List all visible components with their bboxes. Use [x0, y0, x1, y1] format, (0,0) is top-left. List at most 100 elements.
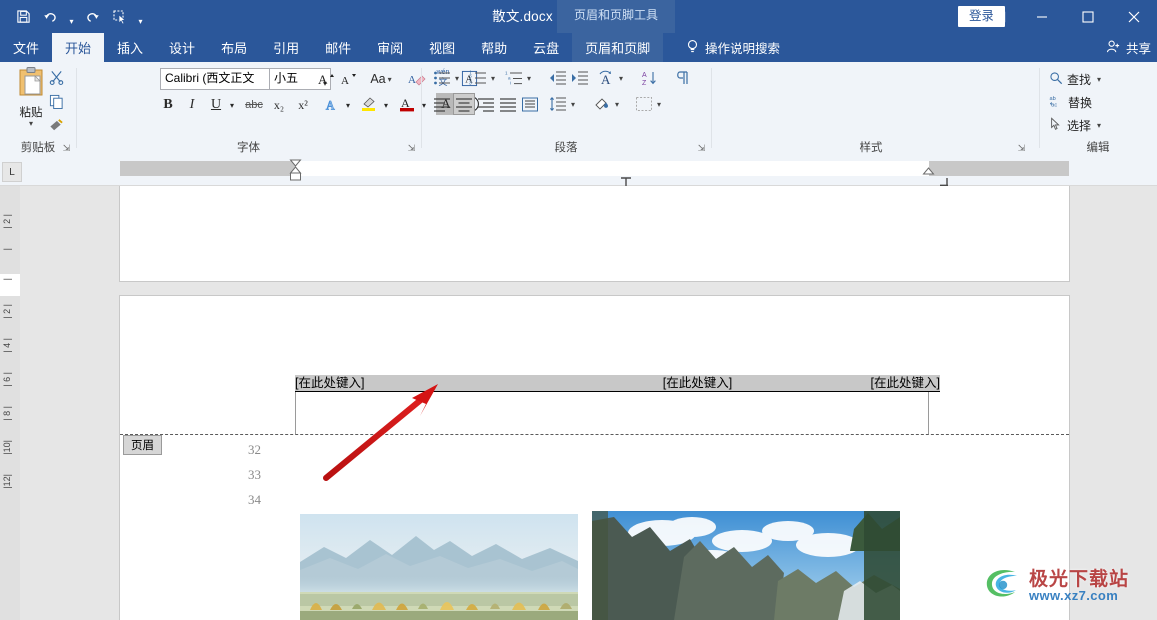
distribute-icon[interactable] — [519, 93, 541, 115]
tab-mailings[interactable]: 邮件 — [312, 33, 364, 62]
multilevel-caret-icon[interactable]: ▾ — [523, 67, 535, 89]
vertical-ruler[interactable]: | 2 | | | | 2 | | 4 | | 6 | | 8 | |10| |… — [0, 186, 20, 620]
shrink-font-icon[interactable]: A — [338, 68, 358, 90]
paragraph-dialog-launcher[interactable]: ⇲ — [696, 143, 707, 154]
page-1[interactable] — [120, 186, 1069, 281]
text-effects-icon[interactable]: A — [322, 94, 342, 116]
tab-cloud[interactable]: 云盘 — [520, 33, 572, 62]
underline-button[interactable]: U — [206, 94, 226, 116]
italic-button[interactable]: I — [182, 94, 202, 116]
change-case-caret-icon[interactable]: ▾ — [388, 75, 392, 84]
clipboard-dialog-launcher[interactable]: ⇲ — [61, 143, 72, 154]
svg-text:ac: ac — [1051, 103, 1057, 108]
red-arrow-annotation — [320, 376, 460, 486]
font-color-icon[interactable]: A — [396, 92, 418, 114]
tab-design[interactable]: 设计 — [156, 33, 208, 62]
superscript-button[interactable]: x² — [292, 94, 314, 116]
save-icon[interactable] — [10, 5, 36, 29]
copy-icon[interactable] — [44, 90, 68, 112]
strikethrough-button[interactable]: abc — [242, 94, 266, 116]
decrease-indent-icon[interactable] — [547, 67, 569, 89]
tell-me-search[interactable]: 操作说明搜索 — [676, 33, 780, 62]
document-canvas[interactable]: [在此处键入] [在此处键入] [在此处键入] 页眉 32 33 34 极光下载… — [20, 186, 1157, 620]
ribbon-group-editing: 查找 ▾ ab ac 替换 选择 ▾ 编辑 — [1039, 62, 1157, 157]
header-placeholder-right[interactable]: [在此处键入] — [835, 375, 940, 392]
asian-layout-caret-icon[interactable]: ▾ — [615, 67, 627, 89]
font-dialog-launcher[interactable]: ⇲ — [406, 143, 417, 154]
tab-header-and-footer[interactable]: 页眉和页脚 — [572, 33, 664, 62]
select-caret-icon[interactable]: ▾ — [1097, 121, 1101, 130]
maximize-icon[interactable] — [1065, 0, 1111, 33]
select-label: 选择 — [1067, 119, 1092, 133]
close-icon[interactable] — [1111, 0, 1157, 33]
undo-dropdown-caret-icon[interactable]: ▾ — [66, 2, 77, 31]
sort-icon[interactable]: AZ — [639, 67, 661, 89]
grow-font-icon[interactable]: A — [316, 68, 336, 90]
multilevel-list-icon[interactable]: 1ai — [503, 67, 525, 89]
word-window: 散文.docx [兼容模式] - Word 页眉和页脚工具 ▾ ▾ 登录 — [0, 0, 1157, 620]
styles-dialog-launcher[interactable]: ⇲ — [1016, 143, 1027, 154]
change-case-button[interactable]: Aa ▾ — [364, 68, 398, 90]
tab-references[interactable]: 引用 — [260, 33, 312, 62]
text-highlight-color-icon[interactable] — [358, 92, 380, 114]
tab-view[interactable]: 视图 — [416, 33, 468, 62]
page-2[interactable]: [在此处键入] [在此处键入] [在此处键入] 页眉 32 33 34 — [120, 296, 1069, 620]
line-spacing-icon[interactable] — [547, 93, 569, 115]
format-painter-icon[interactable] — [44, 114, 68, 136]
svg-text:A: A — [325, 99, 334, 113]
shading-icon[interactable] — [591, 93, 613, 115]
redo-icon[interactable] — [79, 5, 105, 29]
find-caret-icon[interactable]: ▾ — [1097, 75, 1101, 84]
aurora-swirl-logo-icon — [981, 564, 1025, 609]
header-placeholder-center[interactable]: [在此处键入] — [560, 375, 835, 392]
borders-icon[interactable] — [633, 93, 655, 115]
tab-stop-selector[interactable]: L — [2, 162, 22, 182]
highlight-caret-icon[interactable]: ▾ — [380, 94, 392, 116]
justify-icon[interactable] — [497, 93, 519, 115]
touch-mouse-mode-icon[interactable] — [107, 5, 133, 29]
left-indent-marker[interactable] — [289, 159, 302, 188]
scissors-cut-icon[interactable] — [44, 66, 68, 88]
misty-mountain-autumn-photo[interactable] — [300, 514, 578, 620]
borders-caret-icon[interactable]: ▾ — [653, 93, 665, 115]
find-button[interactable]: 查找 ▾ — [1049, 71, 1101, 88]
share-button[interactable]: 共享 — [1106, 33, 1151, 62]
bullets-icon[interactable] — [431, 67, 453, 89]
minimize-icon[interactable] — [1019, 0, 1065, 33]
line-spacing-caret-icon[interactable]: ▾ — [567, 93, 579, 115]
select-button[interactable]: 选择 ▾ — [1049, 117, 1101, 134]
increase-indent-icon[interactable] — [569, 67, 591, 89]
numbering-icon[interactable]: 123 — [467, 67, 489, 89]
tab-home[interactable]: 开始 — [52, 33, 105, 62]
tab-help[interactable]: 帮助 — [468, 33, 520, 62]
right-indent-marker[interactable] — [922, 167, 935, 186]
bullets-caret-icon[interactable]: ▾ — [451, 67, 463, 89]
align-right-icon[interactable] — [475, 93, 497, 115]
bold-button[interactable]: B — [158, 94, 178, 116]
tab-file[interactable]: 文件 — [0, 33, 52, 62]
replace-button[interactable]: ab ac 替换 — [1049, 94, 1093, 111]
undo-icon[interactable] — [38, 5, 64, 29]
font-name-input[interactable]: Calibri (西文正文 ▾ — [160, 68, 286, 90]
show-formatting-marks-icon[interactable] — [671, 67, 693, 89]
tab-insert[interactable]: 插入 — [104, 33, 156, 62]
tab-review[interactable]: 审阅 — [364, 33, 416, 62]
customize-quick-access-toolbar-icon[interactable]: ▾ — [135, 2, 146, 31]
asian-layout-icon[interactable]: A — [595, 67, 617, 89]
numbering-caret-icon[interactable]: ▾ — [487, 67, 499, 89]
select-pointer-icon — [1049, 117, 1063, 134]
align-center-icon[interactable] — [453, 93, 475, 115]
horizontal-ruler[interactable]: L |10| | 8 | | 6 | | 4 | | 2 | | | | 2 |… — [0, 157, 1157, 330]
align-left-icon[interactable] — [431, 93, 453, 115]
replace-label: 替换 — [1068, 96, 1093, 110]
subscript-button[interactable]: x₂ — [268, 94, 290, 116]
tab-layout[interactable]: 布局 — [208, 33, 260, 62]
svg-text:A: A — [601, 72, 611, 86]
shading-caret-icon[interactable]: ▾ — [611, 93, 623, 115]
ribbon-tabs: 文件 开始 插入 设计 布局 引用 邮件 审阅 视图 帮助 云盘 页眉和页脚 — [0, 33, 664, 62]
site-watermark: 极光下载站 www.xz7.com — [981, 560, 1149, 612]
text-effects-caret-icon[interactable]: ▾ — [342, 94, 354, 116]
underline-caret-icon[interactable]: ▾ — [226, 94, 238, 116]
blue-sky-mountain-photo[interactable] — [592, 511, 900, 620]
ribbon-display-options-icon[interactable] — [979, 0, 1019, 33]
